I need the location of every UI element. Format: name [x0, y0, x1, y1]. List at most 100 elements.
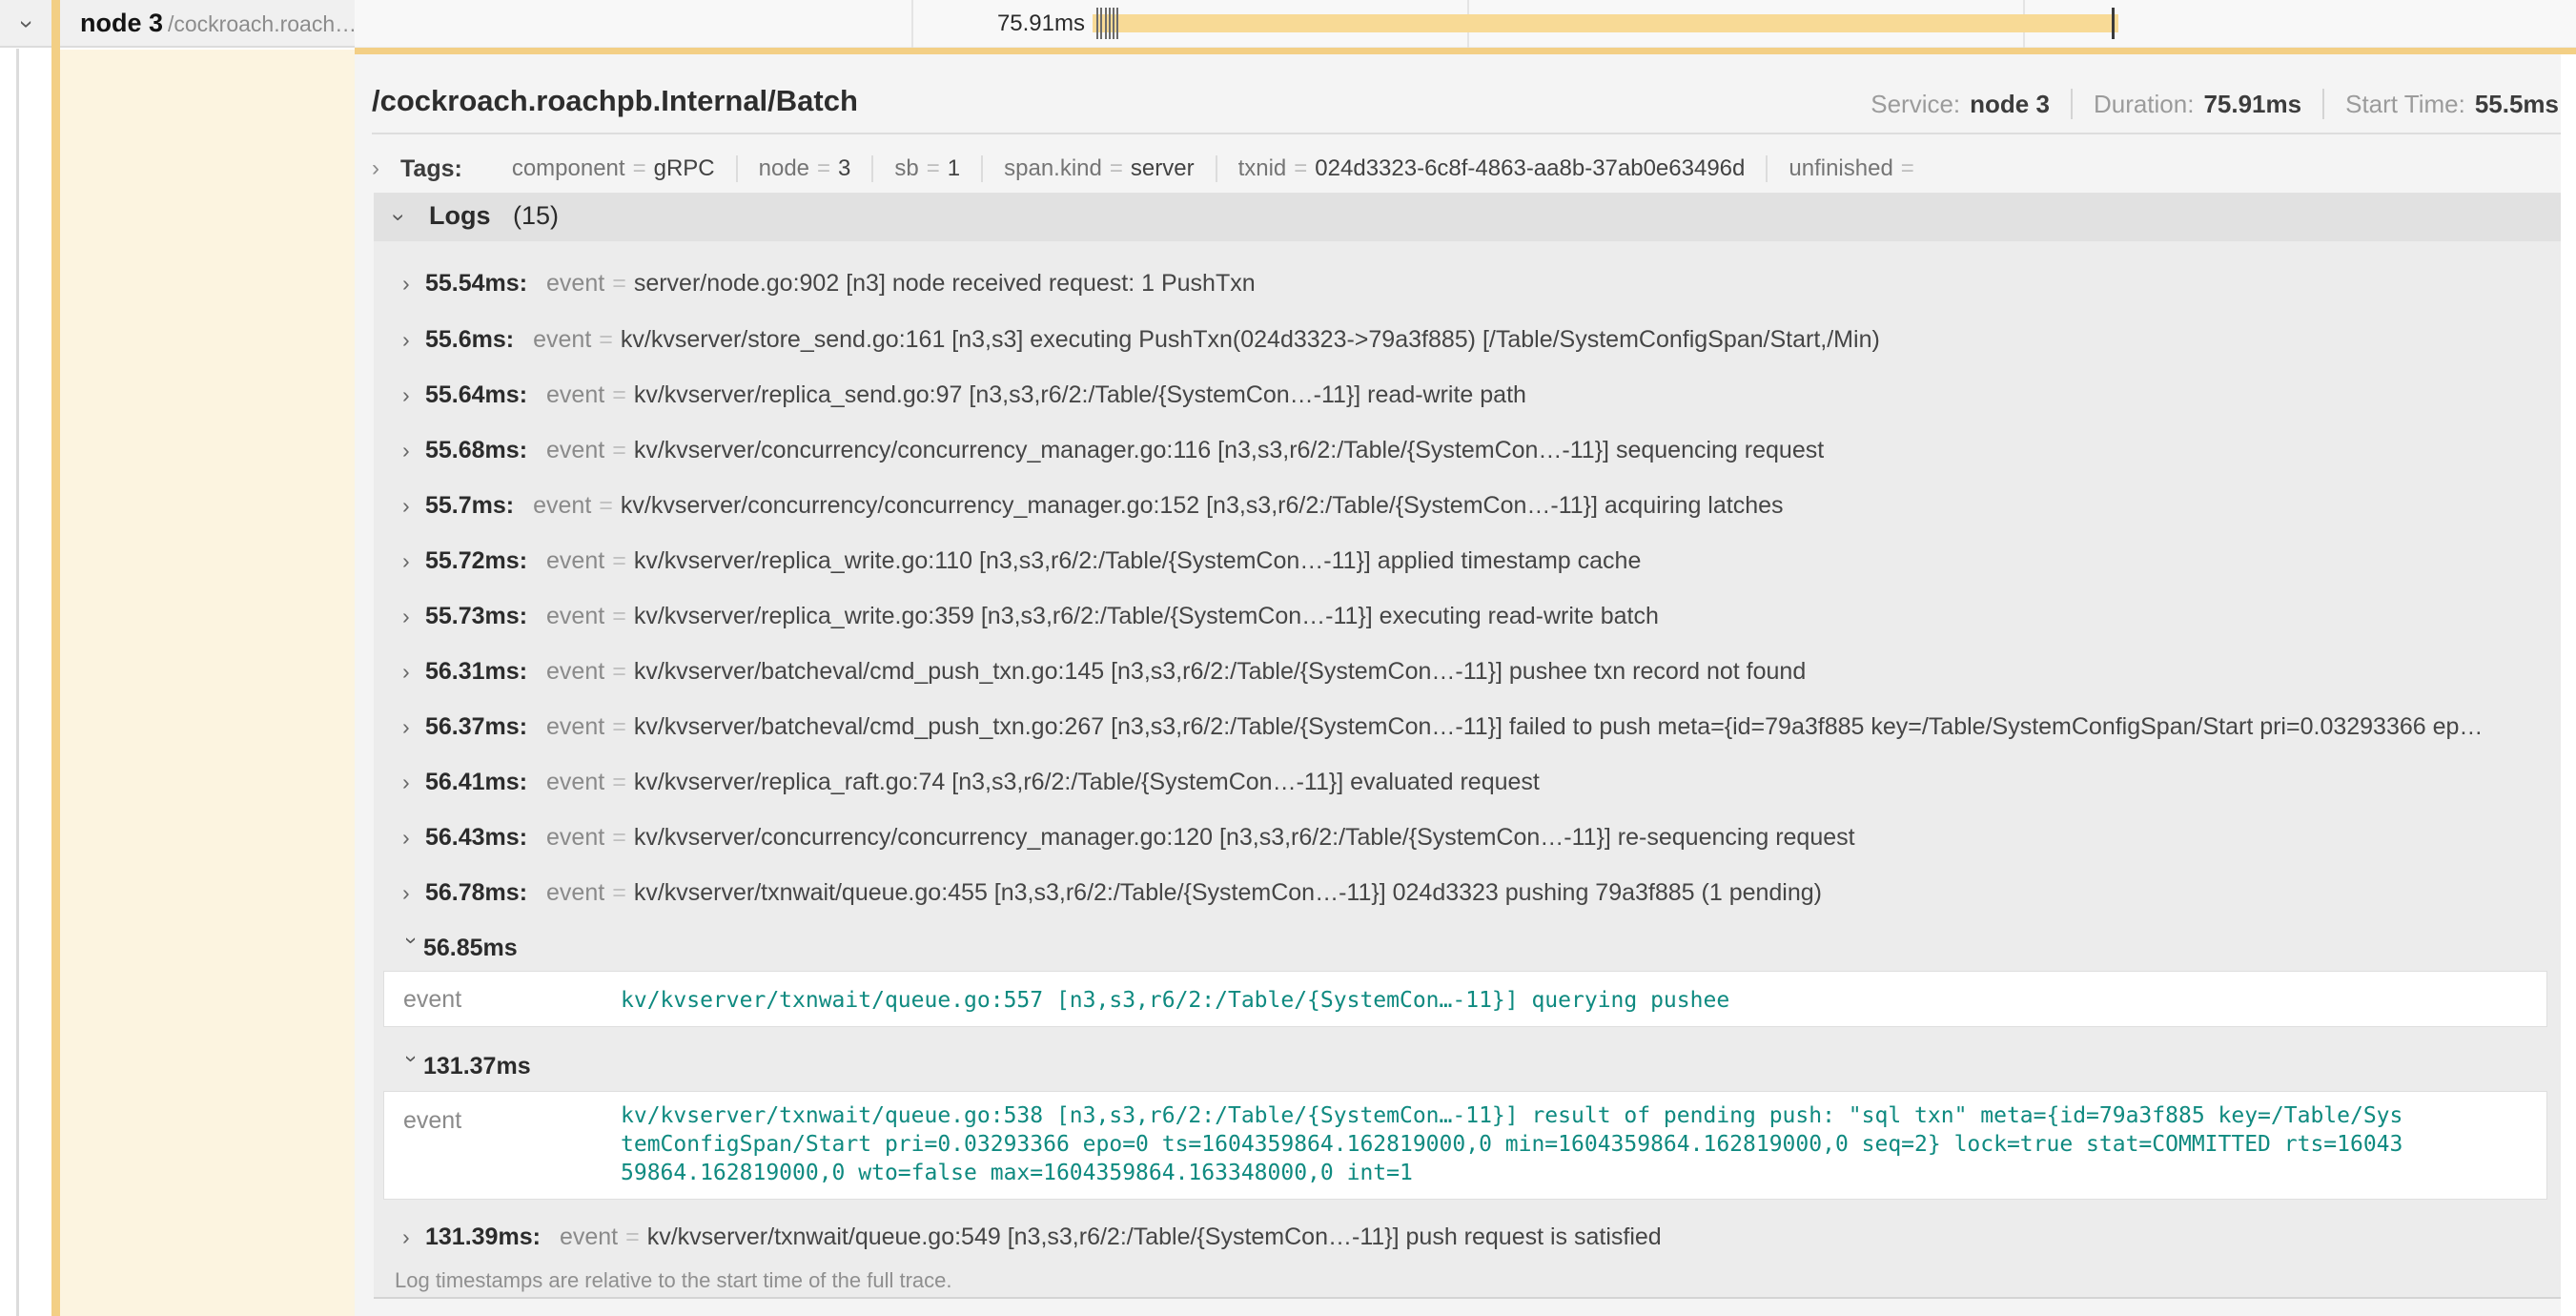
- equals-sign: =: [612, 824, 626, 851]
- log-timestamp: 55.64ms:: [425, 381, 527, 408]
- equals-sign: =: [1294, 155, 1307, 182]
- log-message: kv/kvserver/txnwait/queue.go:455 [n3,s3,…: [634, 879, 1822, 906]
- span-row[interactable]: 75.91ms › node 3 /cockroach.roach…: [0, 0, 2576, 48]
- chevron-right-icon[interactable]: ›: [402, 825, 425, 851]
- tag-key: unfinished: [1789, 155, 1892, 182]
- log-timestamp: 56.78ms:: [425, 879, 527, 906]
- chevron-down-icon[interactable]: ›: [399, 1056, 425, 1079]
- tag-item: component = gRPC: [491, 155, 736, 182]
- log-marker-tick: [1109, 8, 1111, 39]
- log-row[interactable]: ›55.72ms:event=kv/kvserver/replica_write…: [374, 547, 2561, 578]
- service-value: node 3: [1970, 90, 2050, 119]
- log-detail-value-line: kv/kvserver/txnwait/queue.go:538 [n3,s3,…: [621, 1101, 2402, 1130]
- tag-value: 1: [948, 155, 960, 182]
- chevron-right-icon[interactable]: ›: [402, 438, 425, 463]
- span-operation-name: /cockroach.roach…: [168, 11, 357, 37]
- log-field-key: event: [546, 270, 604, 297]
- log-message: kv/kvserver/replica_write.go:359 [n3,s3,…: [634, 603, 1659, 629]
- span-detail-meta: Service: node 3 Duration: 75.91ms Start …: [1871, 89, 2559, 119]
- log-row[interactable]: ›55.73ms:event=kv/kvserver/replica_write…: [374, 603, 2561, 633]
- log-detail-value: kv/kvserver/txnwait/queue.go:557 [n3,s3,…: [621, 986, 1729, 1015]
- tag-value: 3: [838, 155, 850, 182]
- equals-sign: =: [612, 658, 626, 685]
- equals-sign: =: [612, 270, 626, 297]
- log-row[interactable]: ›55.6ms:event=kv/kvserver/store_send.go:…: [374, 326, 2561, 357]
- log-row[interactable]: ›56.37ms:event=kv/kvserver/batcheval/cmd…: [374, 713, 2561, 744]
- chevron-right-icon[interactable]: ›: [402, 770, 425, 795]
- tag-value: server: [1131, 155, 1195, 182]
- log-row-expanded-header[interactable]: ›56.85ms: [374, 935, 2561, 965]
- chevron-down-icon[interactable]: ›: [399, 937, 425, 960]
- title-divider: [372, 133, 2561, 134]
- chevron-right-icon[interactable]: ›: [402, 548, 425, 574]
- log-timestamp: 55.7ms:: [425, 492, 514, 519]
- log-message: kv/kvserver/txnwait/queue.go:549 [n3,s3,…: [647, 1223, 1662, 1250]
- chevron-right-icon[interactable]: ›: [402, 327, 425, 353]
- chevron-right-icon[interactable]: ›: [402, 382, 425, 408]
- logs-body: ›55.54ms:event=server/node.go:902 [n3] n…: [374, 241, 2561, 1299]
- equals-sign: =: [612, 879, 626, 906]
- log-row[interactable]: ›56.78ms:event=kv/kvserver/txnwait/queue…: [374, 879, 2561, 910]
- logs-footer-note: Log timestamps are relative to the start…: [395, 1268, 951, 1293]
- log-timestamp: 55.54ms:: [425, 270, 527, 297]
- log-message: kv/kvserver/replica_raft.go:74 [n3,s3,r6…: [634, 769, 1540, 795]
- chevron-right-icon[interactable]: ›: [402, 604, 425, 629]
- log-timestamp: 55.73ms:: [425, 603, 527, 629]
- duration-value: 75.91ms: [2203, 90, 2301, 119]
- log-field-key: event: [546, 769, 604, 795]
- log-detail-card: event kv/kvserver/txnwait/queue.go:557 […: [383, 971, 2547, 1027]
- span-bar[interactable]: [1093, 14, 2118, 32]
- equals-sign: =: [599, 492, 613, 519]
- chevron-right-icon[interactable]: ›: [402, 659, 425, 685]
- log-row[interactable]: ›131.39ms: event = kv/kvserver/txnwait/queu…: [374, 1223, 2561, 1254]
- log-detail-value-line: 59864.162819000,0 wto=false max=16043598…: [621, 1159, 1413, 1187]
- log-marker-tick: [1105, 8, 1107, 39]
- log-marker-tick: [1096, 8, 1098, 39]
- log-marker-tick: [1113, 8, 1114, 39]
- log-field-key: event: [546, 713, 604, 740]
- tag-key: txnid: [1238, 155, 1287, 182]
- equals-sign: =: [625, 1223, 640, 1250]
- duration-label: Duration:: [2094, 90, 2195, 119]
- log-message: kv/kvserver/concurrency/concurrency_mana…: [634, 437, 1824, 463]
- chevron-down-icon[interactable]: ›: [12, 20, 42, 29]
- log-timestamp: 131.39ms:: [425, 1223, 541, 1250]
- chevron-down-icon[interactable]: ›: [385, 214, 412, 221]
- log-row[interactable]: ›56.43ms:event=kv/kvserver/concurrency/c…: [374, 824, 2561, 854]
- chevron-right-icon[interactable]: ›: [402, 714, 425, 740]
- equals-sign: =: [612, 547, 626, 574]
- tree-indent-guide: [16, 49, 19, 1316]
- log-row-expanded-header[interactable]: ›131.37ms: [374, 1053, 2561, 1083]
- tag-item: node = 3: [736, 155, 872, 182]
- log-row[interactable]: ›55.64ms:event=kv/kvserver/replica_send.…: [374, 381, 2561, 412]
- log-timestamp: 56.41ms:: [425, 769, 527, 795]
- tag-key: component: [512, 155, 625, 182]
- log-row[interactable]: ›55.7ms:event=kv/kvserver/concurrency/co…: [374, 492, 2561, 523]
- log-message: kv/kvserver/replica_write.go:110 [n3,s3,…: [634, 547, 1642, 574]
- equals-sign: =: [612, 437, 626, 463]
- log-row[interactable]: ›56.31ms:event=kv/kvserver/batcheval/cmd…: [374, 658, 2561, 689]
- log-row[interactable]: ›56.41ms:event=kv/kvserver/replica_raft.…: [374, 769, 2561, 799]
- log-field-key: event: [560, 1223, 618, 1250]
- chevron-right-icon[interactable]: ›: [402, 880, 425, 906]
- tags-accordion[interactable]: › Tags: component = gRPC node = 3 sb = 1…: [372, 152, 1943, 186]
- tag-value: gRPC: [654, 155, 715, 182]
- chevron-right-icon[interactable]: ›: [402, 1224, 425, 1250]
- log-row[interactable]: ›55.54ms:event=server/node.go:902 [n3] n…: [374, 270, 2561, 300]
- chevron-right-icon[interactable]: ›: [402, 493, 425, 519]
- chevron-right-icon[interactable]: ›: [402, 271, 425, 297]
- log-field-key: event: [533, 492, 591, 519]
- equals-sign: =: [633, 155, 646, 182]
- span-duration-label: 75.91ms: [894, 0, 1085, 48]
- chevron-right-icon[interactable]: ›: [372, 155, 379, 182]
- logs-accordion-header[interactable]: › Logs (15): [374, 193, 2561, 241]
- log-timestamp: 55.72ms:: [425, 547, 527, 574]
- equals-sign: =: [599, 326, 613, 353]
- logs-title: Logs: [429, 201, 491, 231]
- tags-label: Tags:: [400, 155, 462, 183]
- equals-sign: =: [817, 155, 830, 182]
- log-row[interactable]: ›55.68ms:event=kv/kvserver/concurrency/c…: [374, 437, 2561, 467]
- tag-key: sb: [894, 155, 918, 182]
- log-field-key: event: [403, 986, 461, 1014]
- span-service-name: node 3: [80, 9, 163, 38]
